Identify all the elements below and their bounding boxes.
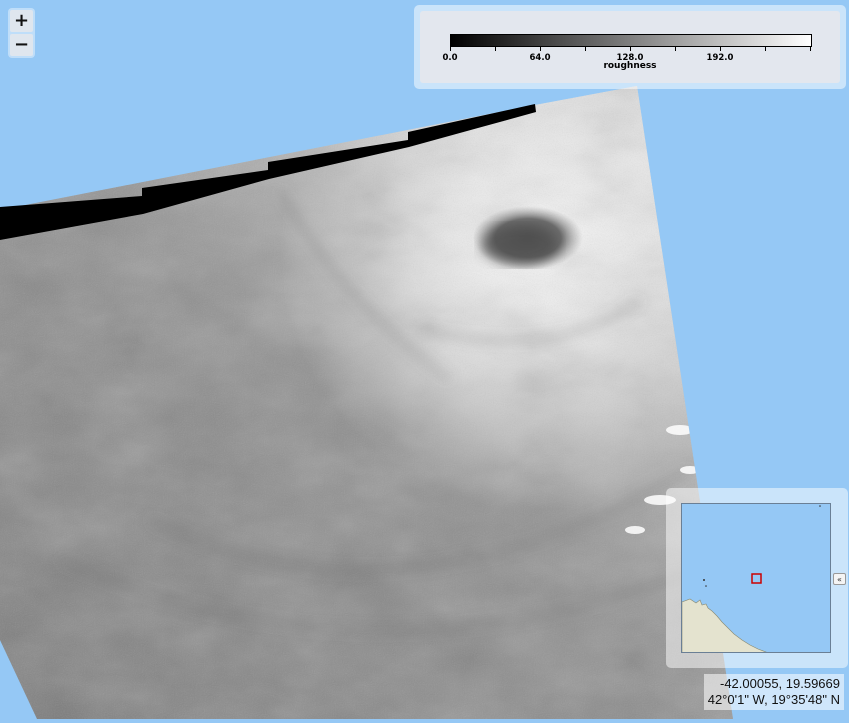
zoom-in-button[interactable]: +: [10, 10, 33, 32]
legend-tick: [450, 46, 451, 51]
mouse-position-decimal: -42.00055, 19.59669: [720, 676, 840, 691]
legend-tick: [495, 46, 496, 51]
legend-colorbar: [450, 34, 812, 47]
legend-tick: [585, 46, 586, 51]
legend-tick: [765, 46, 766, 51]
zoom-control: + −: [8, 8, 35, 58]
overview-map[interactable]: [681, 503, 831, 653]
legend-tick: [675, 46, 676, 51]
legend: 0.0 64.0 128.0 192.0 roughness: [414, 5, 846, 89]
legend-tick: [810, 46, 811, 51]
legend-tick: [540, 46, 541, 51]
legend-tick: [630, 46, 631, 51]
legend-tick: [720, 46, 721, 51]
mouse-position-readout: -42.00055, 19.59669 42°0'1" W, 19°35'48"…: [703, 674, 844, 710]
zoom-out-button[interactable]: −: [10, 34, 33, 56]
overview-map-graphic: [682, 504, 830, 652]
legend-title: roughness: [603, 61, 657, 71]
legend-panel: 0.0 64.0 128.0 192.0 roughness: [420, 11, 840, 83]
mouse-position-dms: 42°0'1" W, 19°35'48" N: [707, 692, 840, 707]
overview-toggle-button[interactable]: «: [833, 573, 846, 585]
